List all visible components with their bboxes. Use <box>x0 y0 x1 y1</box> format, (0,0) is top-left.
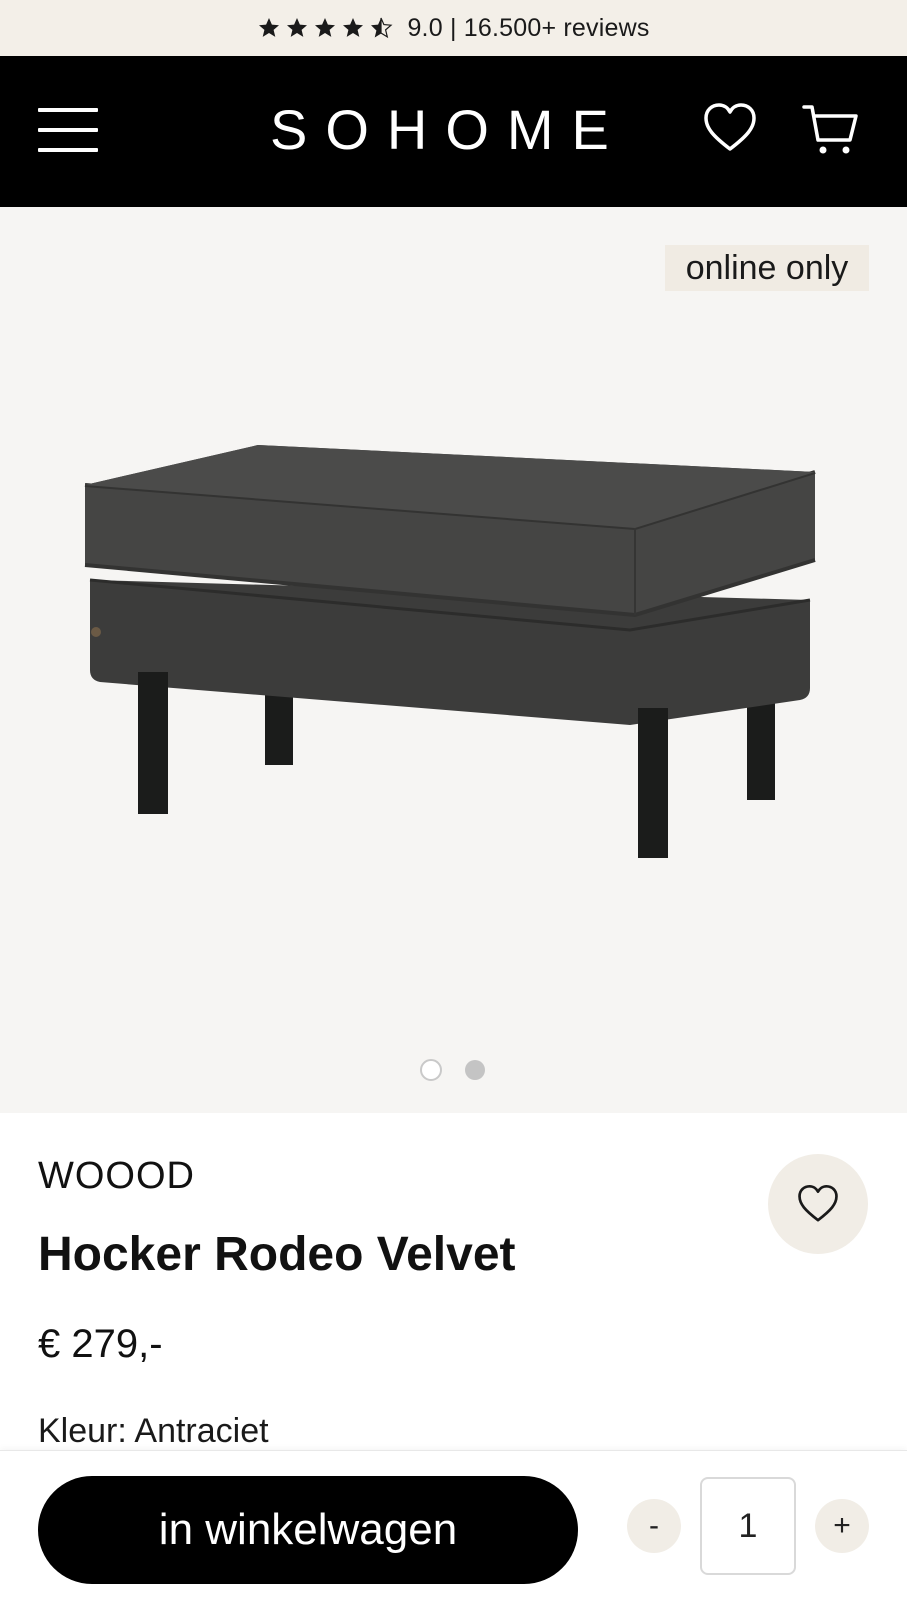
product-color: Kleur: Antraciet <box>38 1412 269 1450</box>
half-star-icon <box>371 17 393 39</box>
cart-button[interactable] <box>802 102 860 158</box>
wishlist-button[interactable] <box>703 102 757 154</box>
rating-bar: 9.0 | 16.500+ reviews <box>0 0 907 56</box>
heart-icon <box>798 1184 838 1222</box>
quantity-input[interactable]: 1 <box>700 1477 796 1575</box>
star-icon <box>343 18 364 37</box>
heart-icon <box>704 103 756 151</box>
star-icon <box>315 18 336 37</box>
add-to-wishlist-button[interactable] <box>768 1154 868 1254</box>
quantity-decrement-button[interactable]: - <box>627 1499 681 1553</box>
gallery-dot-1[interactable] <box>420 1059 442 1081</box>
review-summary: 9.0 | 16.500+ reviews <box>407 13 650 42</box>
online-only-badge: online only <box>665 245 869 291</box>
gallery-dot-2[interactable] <box>465 1060 485 1080</box>
quantity-increment-button[interactable]: + <box>815 1499 869 1553</box>
star-icon <box>287 18 308 37</box>
product-brand[interactable]: WOOOD <box>38 1155 195 1198</box>
star-rating <box>257 16 393 40</box>
product-price: € 279,- <box>38 1322 163 1366</box>
add-to-cart-button[interactable]: in winkelwagen <box>38 1476 578 1584</box>
product-title: Hocker Rodeo Velvet <box>38 1228 516 1281</box>
menu-button[interactable] <box>38 108 100 152</box>
site-logo[interactable]: SOHOME <box>270 98 640 162</box>
hamburger-menu-icon <box>38 108 98 112</box>
star-icon <box>259 18 280 37</box>
product-image[interactable] <box>70 430 840 880</box>
cart-icon <box>802 105 858 154</box>
